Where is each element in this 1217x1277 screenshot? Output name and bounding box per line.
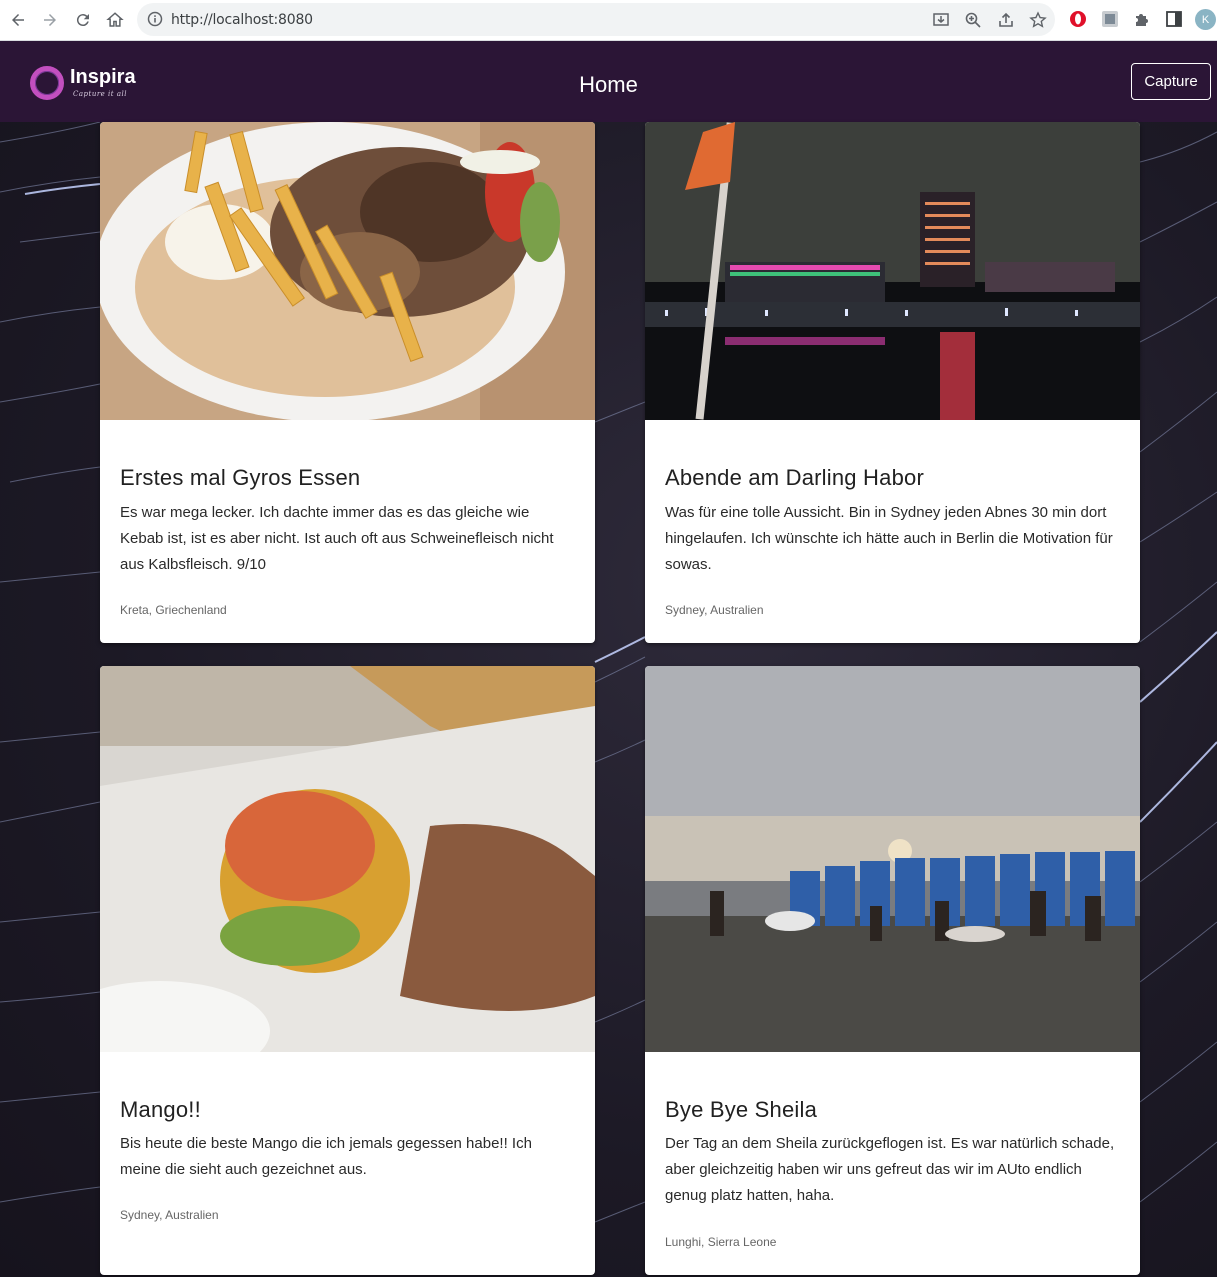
post-text: Was für eine tolle Aussicht. Bin in Sydn… (665, 504, 1113, 573)
post-location: Sydney, Australien (120, 1208, 219, 1222)
post-title: Mango!! (120, 1097, 201, 1122)
capture-button[interactable]: Capture (1131, 63, 1211, 100)
post-card[interactable]: Abende am Darling Habor Was für eine tol… (645, 122, 1140, 643)
post-title: Abende am Darling Habor (665, 465, 924, 490)
bookmark-star-icon[interactable] (1029, 11, 1047, 29)
post-card[interactable]: Erstes mal Gyros Essen Es war mega lecke… (100, 122, 595, 643)
post-photo (100, 666, 595, 1052)
reload-icon[interactable] (71, 8, 95, 32)
post-text: Bis heute die beste Mango die ich jemals… (120, 1135, 532, 1178)
opera-extension-icon[interactable] (1069, 10, 1087, 28)
back-icon[interactable] (6, 8, 30, 32)
post-title: Erstes mal Gyros Essen (120, 465, 361, 490)
zoom-icon[interactable] (964, 11, 982, 29)
post-title: Bye Bye Sheila (665, 1097, 817, 1122)
post-location: Lunghi, Sierra Leone (665, 1235, 777, 1249)
side-panel-icon[interactable] (1165, 10, 1183, 28)
post-location: Kreta, Griechenland (120, 603, 227, 617)
profile-avatar[interactable]: K (1195, 9, 1216, 30)
puzzle-icon[interactable] (1133, 10, 1151, 28)
post-photo (645, 122, 1140, 420)
post-text: Es war mega lecker. Ich dachte immer das… (120, 504, 554, 573)
info-icon[interactable] (147, 11, 163, 27)
post-photo (645, 666, 1140, 1052)
post-photo (100, 122, 595, 420)
browser-toolbar: http://localhost:8080 K (0, 0, 1217, 41)
app-header: Inspira Capture it all Home Capture (0, 41, 1217, 122)
home-icon[interactable] (103, 8, 127, 32)
page-title: Home (579, 72, 638, 97)
forward-icon[interactable] (38, 8, 62, 32)
extension-icon[interactable] (1101, 10, 1119, 28)
url-text: http://localhost:8080 (171, 12, 313, 28)
address-bar[interactable]: http://localhost:8080 (137, 3, 1055, 36)
install-icon[interactable] (932, 11, 950, 29)
post-location: Sydney, Australien (665, 603, 764, 617)
post-text: Der Tag an dem Sheila zurückgeflogen ist… (665, 1135, 1115, 1204)
share-icon[interactable] (997, 11, 1015, 29)
post-card[interactable]: Bye Bye Sheila Der Tag an dem Sheila zur… (645, 666, 1140, 1275)
post-card[interactable]: Mango!! Bis heute die beste Mango die ic… (100, 666, 595, 1275)
